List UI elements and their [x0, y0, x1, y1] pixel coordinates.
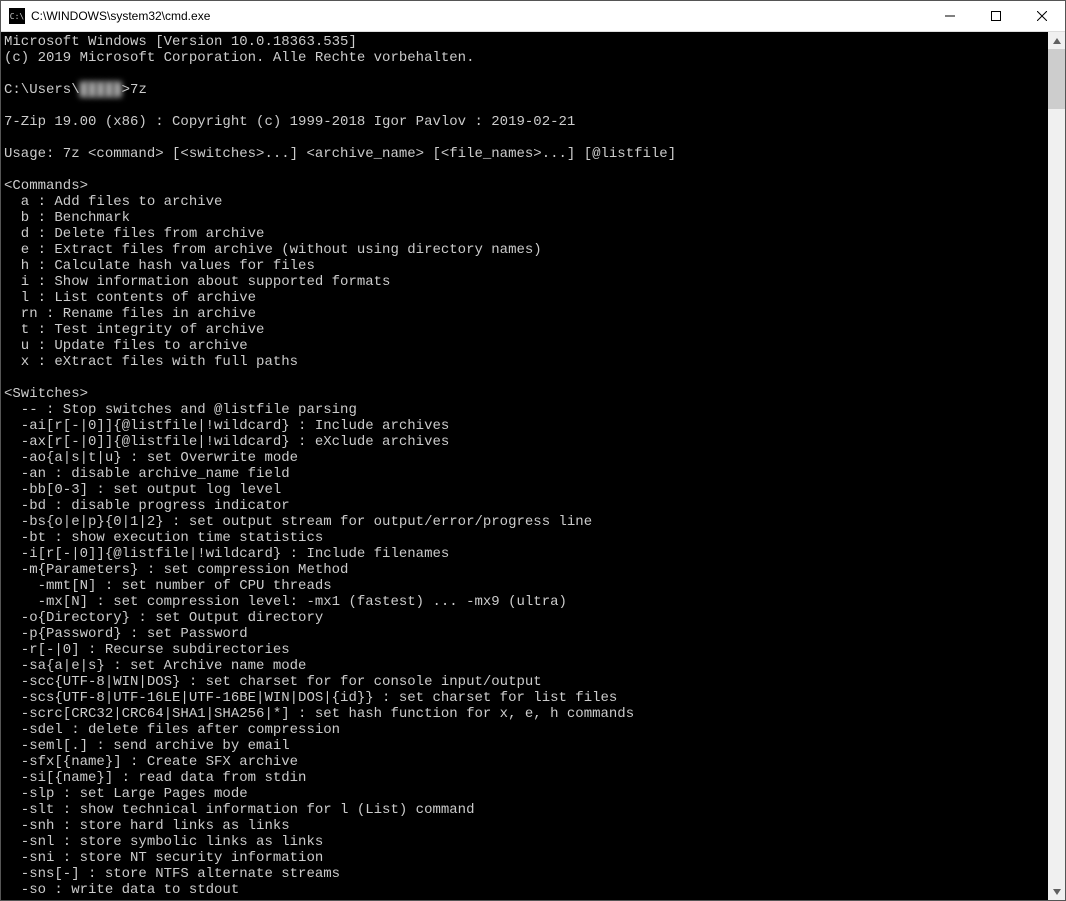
close-button[interactable] [1019, 1, 1065, 31]
window-title: C:\WINDOWS\system32\cmd.exe [31, 9, 927, 23]
titlebar[interactable]: C:\ C:\WINDOWS\system32\cmd.exe [1, 1, 1065, 32]
scroll-thumb[interactable] [1048, 49, 1065, 109]
minimize-button[interactable] [927, 1, 973, 31]
client-area: Microsoft Windows [Version 10.0.18363.53… [1, 32, 1065, 900]
vertical-scrollbar[interactable] [1048, 32, 1065, 900]
maximize-button[interactable] [973, 1, 1019, 31]
cmd-icon: C:\ [9, 8, 25, 24]
scroll-up-button[interactable] [1048, 32, 1065, 49]
cmd-window: C:\ C:\WINDOWS\system32\cmd.exe Microsof… [0, 0, 1066, 901]
scroll-down-button[interactable] [1048, 883, 1065, 900]
terminal-output[interactable]: Microsoft Windows [Version 10.0.18363.53… [1, 32, 1048, 900]
window-controls [927, 1, 1065, 31]
